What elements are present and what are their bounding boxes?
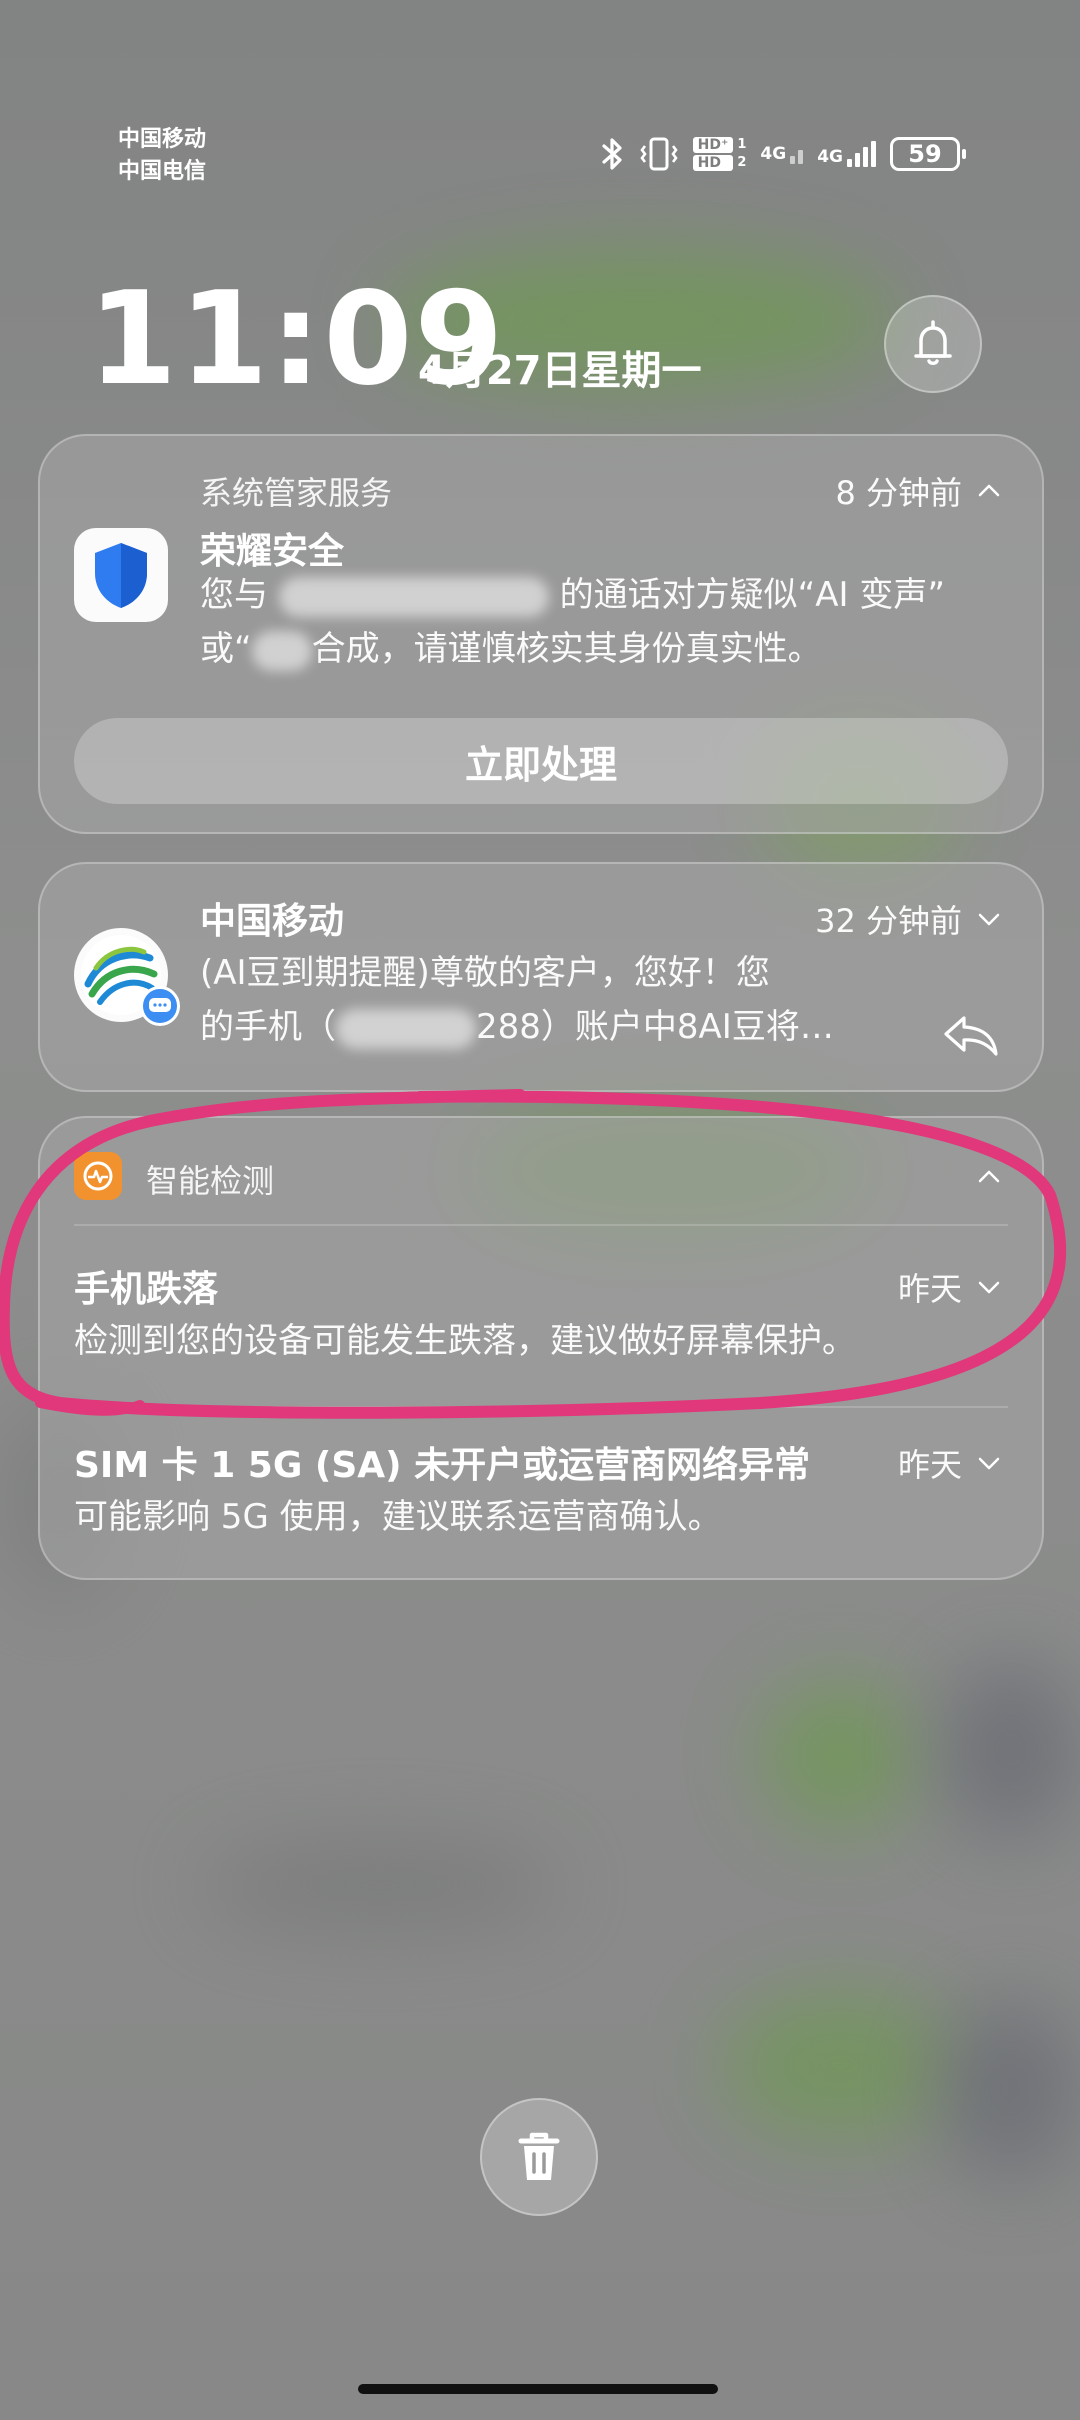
status-icons: HD⁺ HD 1 2 4G 4G 59 xyxy=(599,134,966,174)
signal-icon xyxy=(790,150,804,164)
divider xyxy=(74,1406,1008,1408)
smart-detection-icon xyxy=(74,1152,122,1200)
clear-all-button[interactable] xyxy=(480,2098,598,2216)
notification-title: 荣耀安全 xyxy=(200,531,345,572)
battery-icon: 59 xyxy=(890,137,966,171)
notification-smart-detection[interactable]: 智能检测 手机跌落 昨天 检测到您的设备可能发生跌落，建议做好屏幕保护。 SIM… xyxy=(38,1116,1044,1580)
redacted-phone xyxy=(278,576,549,617)
notification-time: 32 分钟前 xyxy=(815,896,1002,942)
notification-body: (AI豆到期提醒)尊敬的客户，您好！您 的手机（ 288）账户中8AI豆将… xyxy=(200,946,940,1054)
bell-icon xyxy=(914,320,952,365)
carrier-labels: 中国移动 中国电信 xyxy=(118,124,206,188)
redacted-phone xyxy=(336,1008,476,1049)
reply-icon[interactable] xyxy=(942,1014,1000,1058)
handle-now-button[interactable]: 立即处理 xyxy=(74,718,1008,804)
chevron-down-icon[interactable] xyxy=(976,1450,1002,1476)
divider xyxy=(74,1224,1008,1226)
shield-icon xyxy=(95,543,147,608)
body-line2-tail: 合成，请谨慎核实其身份真实性。 xyxy=(311,629,822,669)
body-middle: 的通话对方疑似“AI 变声” xyxy=(559,575,945,615)
home-indicator[interactable] xyxy=(358,2384,718,2394)
sim2-index: 2 xyxy=(737,155,747,170)
detection-item-title: SIM 卡 1 5G (SA) 未开户或运营商网络异常 xyxy=(74,1445,811,1486)
notification-time: 8 分钟前 xyxy=(835,468,1002,514)
detection-item-time: 昨天 xyxy=(898,1440,1002,1486)
chevron-down-icon[interactable] xyxy=(976,906,1002,932)
sim1-index: 1 xyxy=(737,137,747,152)
notification-source: 系统管家服务 xyxy=(200,474,393,512)
body-line2-prefix: 或“ xyxy=(200,629,252,669)
hd-badge-1: HD⁺ xyxy=(692,137,734,153)
battery-level: 59 xyxy=(908,140,942,168)
notification-time-text: 32 分钟前 xyxy=(815,902,962,940)
trash-icon xyxy=(518,2132,560,2180)
detection-item-time-text: 昨天 xyxy=(897,1446,962,1484)
notification-settings-button[interactable] xyxy=(884,295,982,393)
detection-item-body: 检测到您的设备可能发生跌落，建议做好屏幕保护。 xyxy=(74,1321,856,1361)
body-line2-prefix: 的手机（ xyxy=(200,1007,336,1047)
notification-time-text: 8 分钟前 xyxy=(835,474,962,512)
message-badge-icon xyxy=(140,986,180,1026)
notification-source: 智能检测 xyxy=(146,1162,275,1200)
notification-honor-security[interactable]: 系统管家服务 8 分钟前 荣耀安全 您与 的通话对方疑似“AI 变声” 或“ 合成… xyxy=(38,434,1044,834)
network-2-label: 4G xyxy=(817,147,843,167)
hd-badge-2: HD xyxy=(692,155,734,171)
body-line2-tail: 288）账户中8AI豆将… xyxy=(476,1007,834,1047)
detection-item-time-text: 昨天 xyxy=(897,1270,962,1308)
chevron-up-icon[interactable] xyxy=(976,478,1002,504)
detection-item-title: 手机跌落 xyxy=(74,1269,219,1310)
detection-item-body: 可能影响 5G 使用，建议联系运营商确认。 xyxy=(74,1497,722,1537)
lock-date: 4月27日星期一 xyxy=(418,348,702,394)
body-prefix: 您与 xyxy=(200,575,268,615)
notification-body: 您与 的通话对方疑似“AI 变声” 或“ 合成，请谨慎核实其身份真实性。 xyxy=(200,568,1020,676)
redacted-text xyxy=(251,630,312,671)
network-1-label: 4G xyxy=(760,144,787,164)
detection-item-time: 昨天 xyxy=(898,1264,1002,1310)
vibrate-icon xyxy=(640,137,678,171)
chevron-down-icon[interactable] xyxy=(976,1274,1002,1300)
body-line1: (AI豆到期提醒)尊敬的客户，您好！您 xyxy=(200,953,770,993)
carrier-2: 中国电信 xyxy=(118,159,207,184)
notification-title: 中国移动 xyxy=(200,901,345,942)
signal-icon-2 xyxy=(847,141,876,167)
chevron-up-icon[interactable] xyxy=(976,1164,1002,1190)
app-icon-honor-security xyxy=(74,528,168,622)
bluetooth-icon xyxy=(602,138,622,170)
carrier-1: 中国移动 xyxy=(118,127,207,152)
notification-china-mobile[interactable]: 中国移动 32 分钟前 (AI豆到期提醒)尊敬的客户，您好！您 的手机（ 288）… xyxy=(38,862,1044,1092)
